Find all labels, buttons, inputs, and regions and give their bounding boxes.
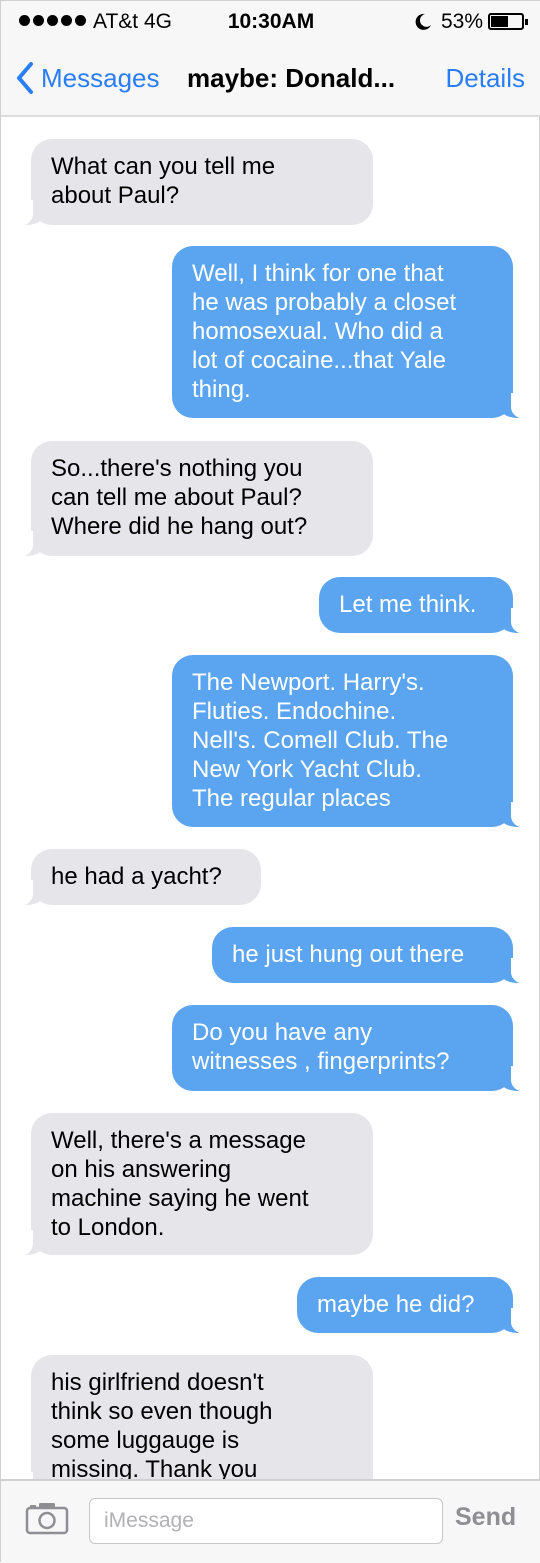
chevron-left-icon [17, 62, 33, 94]
message-bubble-outgoing[interactable]: he just hung out there [212, 927, 535, 984]
back-label: Messages [41, 62, 160, 93]
message-input-bar: Send [1, 1479, 540, 1563]
status-bar: AT&t 4G 10:30AM 53% [1, 1, 540, 45]
send-button[interactable]: Send [455, 1503, 516, 1532]
battery-level-fill [491, 16, 508, 27]
message-bubble-incoming[interactable]: Well, there's a message on his answering… [9, 1113, 373, 1256]
message-bubble-incoming[interactable]: his girlfriend doesn't think so even tho… [9, 1355, 373, 1479]
moon-icon [415, 13, 431, 30]
message-bubble-incoming[interactable]: What can you tell me about Paul? [9, 139, 373, 226]
phone-screen: AT&t 4G 10:30AM 53% Messages maybe: Dona… [0, 0, 540, 1563]
battery-icon [488, 13, 528, 30]
back-button[interactable]: Messages [15, 61, 160, 95]
camera-icon[interactable] [25, 1501, 69, 1535]
navigation-bar: Messages maybe: Donald... Details [1, 45, 540, 117]
message-bubble-outgoing[interactable]: Do you have any witnesses , fingerprints… [172, 1005, 535, 1092]
message-bubble-outgoing[interactable]: Let me think. [319, 577, 535, 634]
message-list[interactable]: What can you tell me about Paul? Well, I… [1, 117, 540, 1479]
message-bubble-incoming[interactable]: So...there's nothing you can tell me abo… [9, 441, 373, 557]
imessage-input[interactable] [89, 1498, 443, 1544]
message-bubble-outgoing[interactable]: maybe he did? [297, 1277, 535, 1334]
details-button[interactable]: Details [446, 63, 525, 94]
message-bubble-incoming[interactable]: he had a yacht? [9, 849, 261, 906]
message-bubble-outgoing[interactable]: Well, I think for one that he was probab… [172, 246, 535, 419]
battery-percent: 53% [441, 10, 484, 33]
message-bubble-outgoing[interactable]: The Newport. Harry's. Fluties. Endochine… [172, 655, 535, 828]
conversation-title: maybe: Donald... [187, 63, 396, 93]
